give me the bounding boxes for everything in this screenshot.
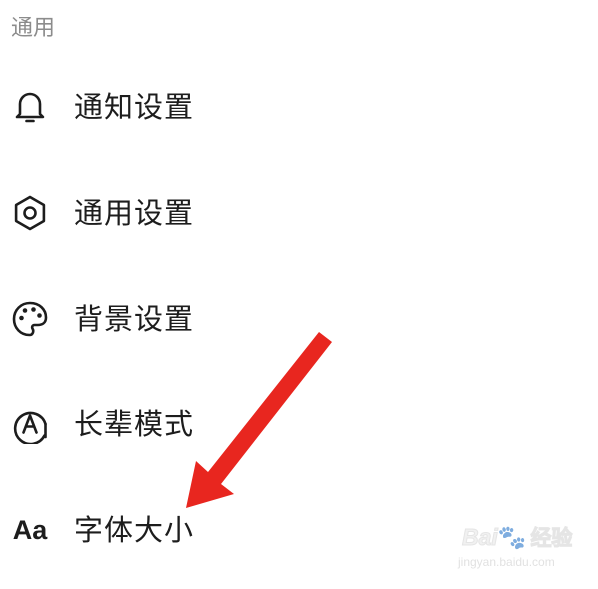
font-size-icon-text: Aa	[12, 514, 48, 545]
menu-item-label: 背景设置	[74, 302, 195, 336]
section-title: 通用	[11, 16, 56, 41]
menu-item-label: 长辈模式	[74, 407, 195, 441]
font-size-icon: Aa	[8, 508, 52, 552]
watermark-brand-latin: Bai	[462, 524, 499, 551]
menu-item-elder-mode[interactable]: 长辈模式	[0, 388, 598, 460]
menu-item-background-settings[interactable]: 背景设置	[0, 283, 598, 355]
palette-icon	[8, 297, 52, 341]
watermark-url: jingyan.baidu.com	[458, 555, 555, 569]
menu-item-general-settings[interactable]: 通用设置	[0, 177, 598, 249]
menu-item-label: 通用设置	[74, 196, 195, 230]
bell-icon	[8, 85, 52, 129]
menu-item-label: 字体大小	[74, 513, 195, 547]
menu-item-notification-settings[interactable]: 通知设置	[0, 71, 598, 143]
watermark-brand-cn: 经验	[530, 527, 573, 551]
gear-icon	[8, 191, 52, 235]
elder-mode-icon	[8, 402, 52, 446]
watermark: Bai🐾 经验 jingyan.baidu.com	[452, 522, 588, 580]
menu-item-label: 通知设置	[74, 90, 195, 124]
watermark-logo: Bai🐾 经验	[462, 524, 573, 551]
